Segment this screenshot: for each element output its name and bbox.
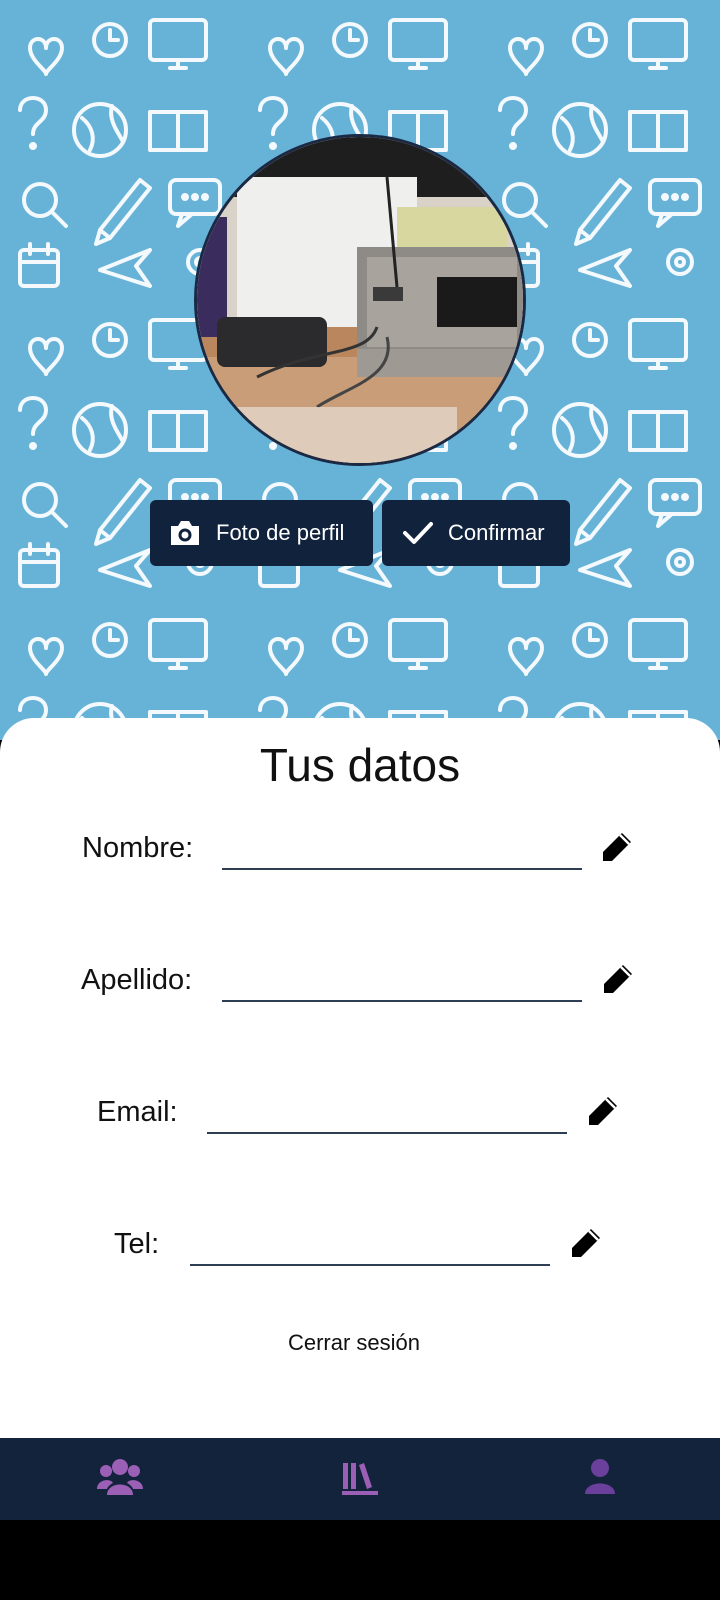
profile-photo[interactable] [194,134,526,466]
phone-label: Tel: [114,1228,160,1260]
lastname-input[interactable] [222,960,582,1002]
library-icon [340,1457,380,1502]
change-photo-button[interactable]: Foto de perfil [150,500,373,566]
email-row: Email: [0,1090,720,1170]
confirm-button[interactable]: Confirmar [382,500,570,566]
bottom-navigation [0,1438,720,1520]
email-label: Email: [97,1096,178,1128]
page-title: Tus datos [259,739,461,791]
users-icon [97,1457,143,1502]
lastname-label: Apellido: [81,964,193,996]
confirm-label: Confirmar [448,520,545,545]
profile-header: Foto de perfil Confirmar [0,0,720,740]
nav-item-groups[interactable] [0,1438,240,1520]
name-row: Nombre: [0,826,720,906]
name-input[interactable] [222,828,582,870]
change-photo-label: Foto de perfil [216,520,345,545]
email-input[interactable] [207,1092,567,1134]
profile-photo-image [197,137,523,463]
edit-email-pencil-icon[interactable] [586,1094,620,1128]
nav-item-profile[interactable] [480,1438,720,1520]
name-label: Nombre: [82,832,194,864]
system-navigation-bar [0,1520,720,1600]
nav-item-library[interactable] [240,1438,480,1520]
phone-row: Tel: [0,1222,720,1302]
edit-lastname-pencil-icon[interactable] [601,962,635,996]
camera-icon [168,519,202,547]
edit-name-pencil-icon[interactable] [600,830,634,864]
edit-phone-pencil-icon[interactable] [569,1226,603,1260]
user-icon [583,1458,617,1501]
check-icon [402,520,434,546]
user-data-panel: Tus datos Nombre: Apellido: Email: Tel: … [0,718,720,1438]
lastname-row: Apellido: [0,958,720,1038]
phone-input[interactable] [190,1224,550,1266]
logout-link[interactable]: Cerrar sesión [0,1330,708,1356]
